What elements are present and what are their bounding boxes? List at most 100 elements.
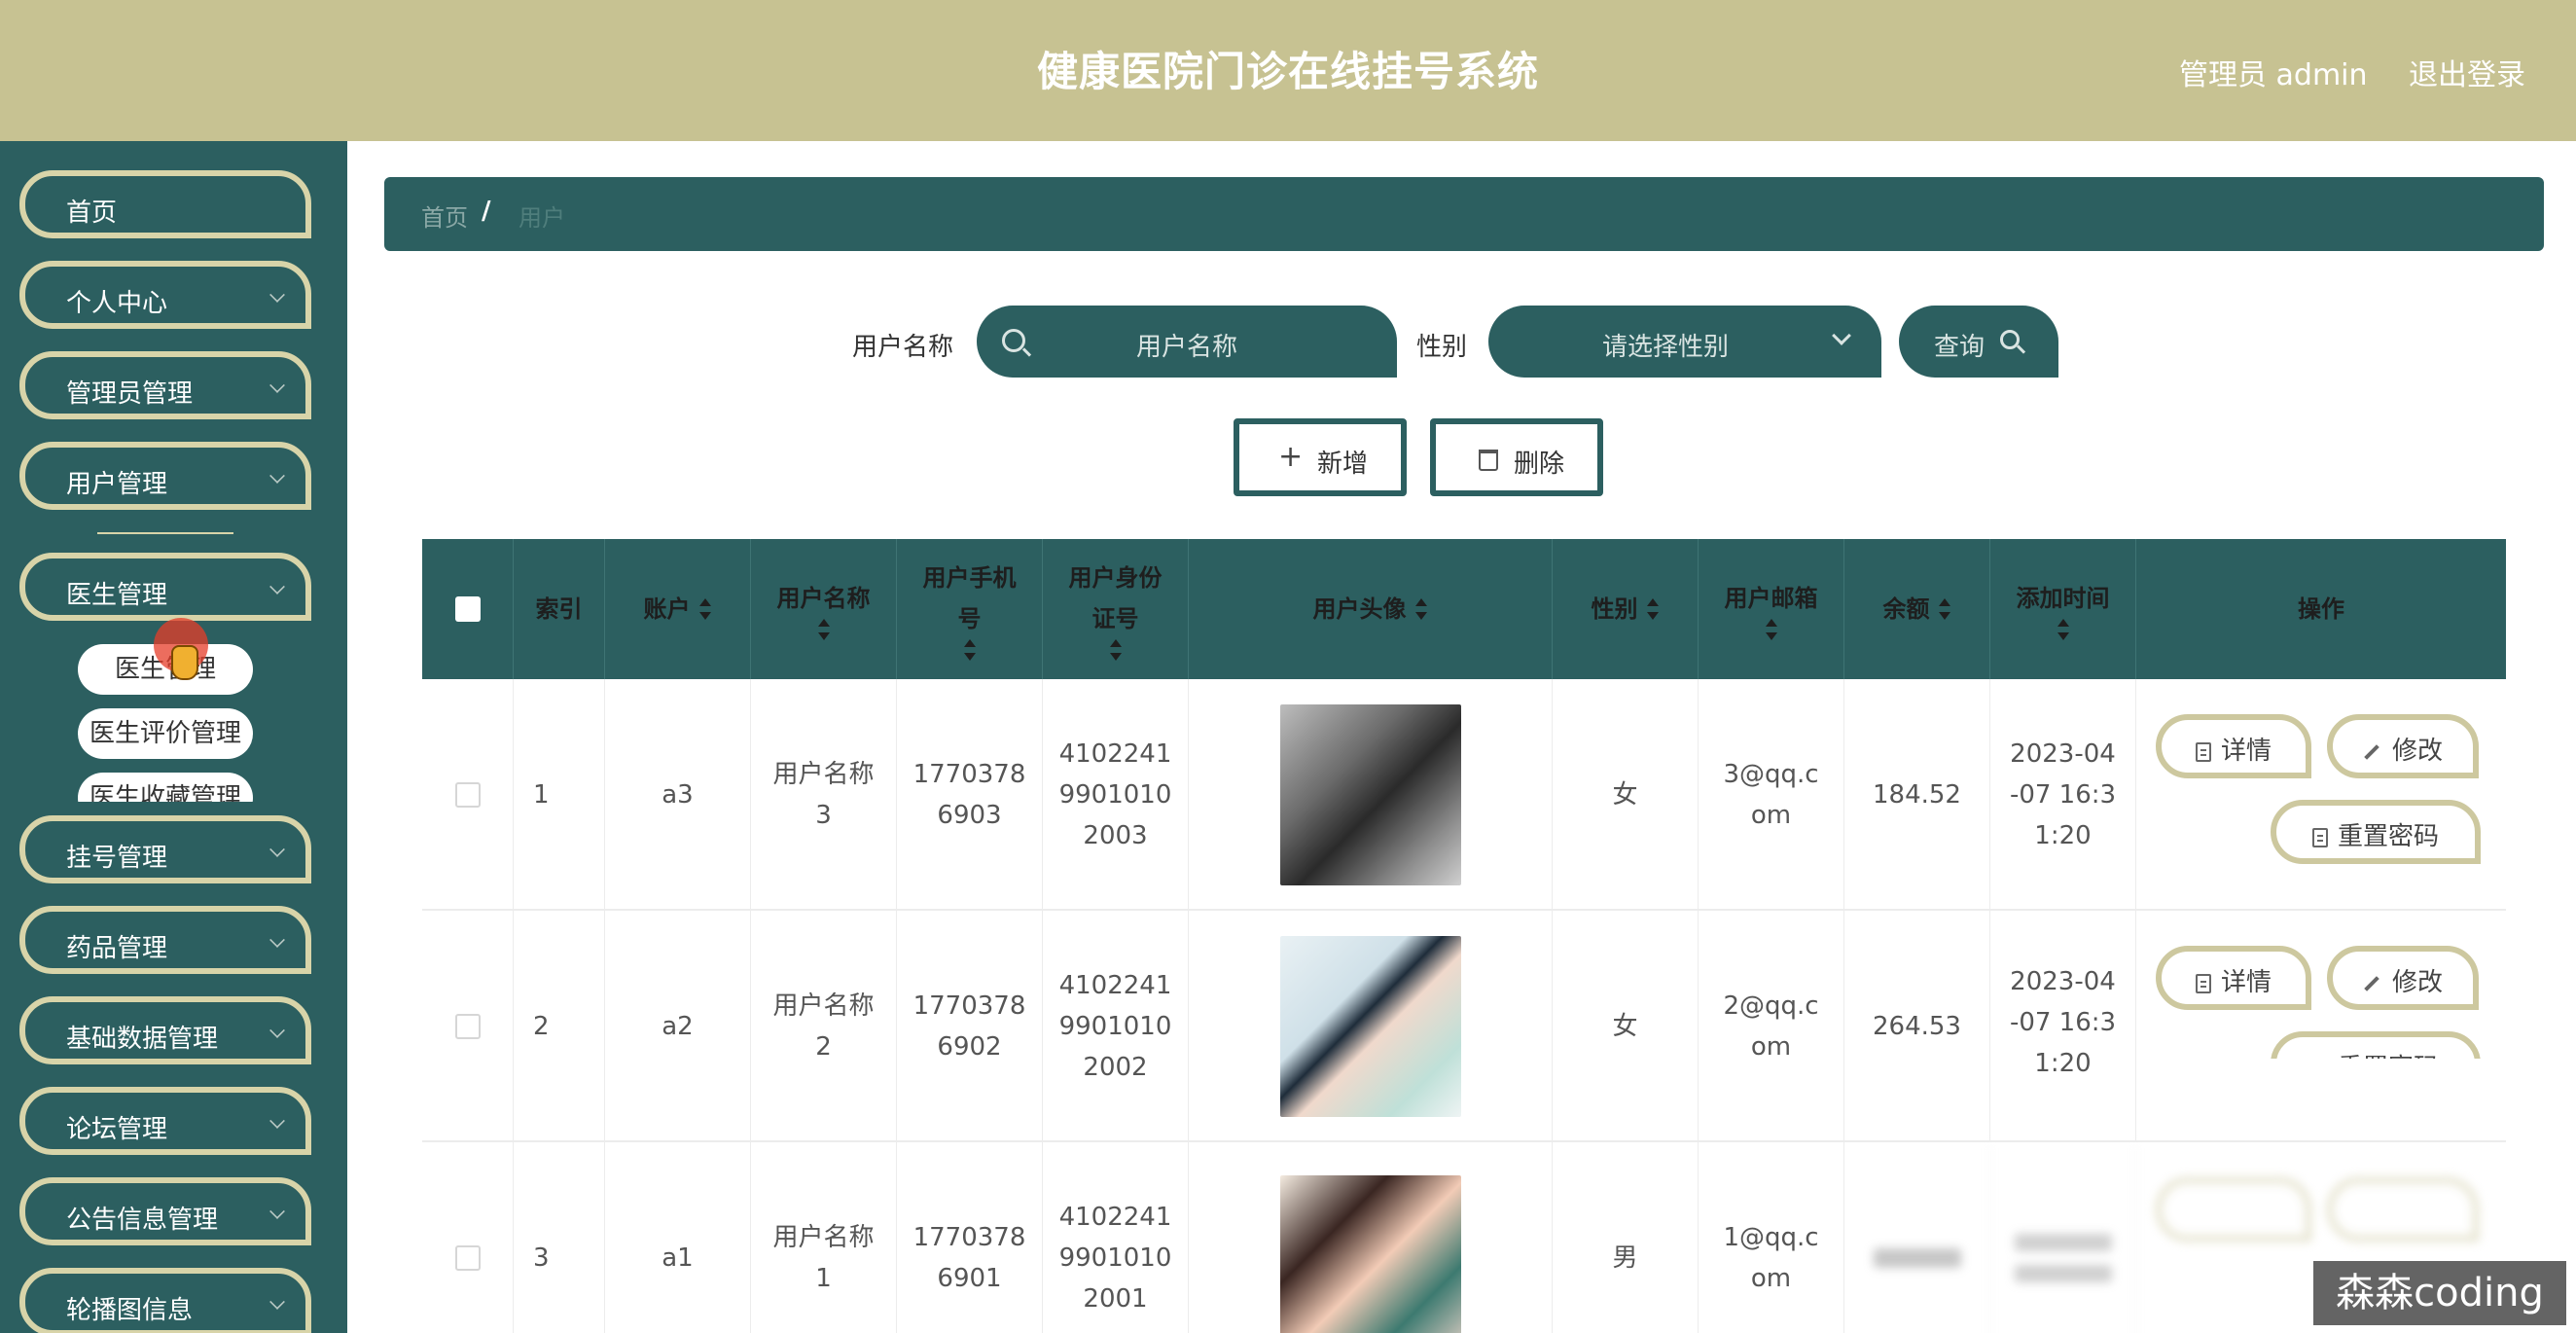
document-icon [2311,827,2328,847]
chevron-down-icon [269,579,285,594]
sidebar-item-registration-management[interactable]: 挂号管理 [19,815,311,883]
add-button[interactable]: + 新增 [1234,418,1407,496]
column-header-email[interactable]: 用户邮箱 [1699,539,1844,679]
table-row: 2 a2 用户名称2 17703786902 41022419901010200… [422,911,2506,1142]
cell-avatar [1189,1142,1553,1333]
cell-text: 用户名称2 [772,991,875,1062]
cell-avatar [1189,679,1553,911]
trash-icon [1479,450,1498,471]
sidebar-item-personal-center[interactable]: 个人中心 [19,261,311,329]
sort-icon[interactable] [1646,598,1660,620]
sort-icon[interactable] [1414,598,1428,620]
column-header-label: 操作 [2298,595,2344,623]
column-header-label: 性别 [1591,595,1638,623]
edit-button[interactable]: 修改 [2327,714,2479,778]
sidebar-item-label: 轮播图信息 [66,1296,194,1325]
sort-icon[interactable] [1938,598,1951,620]
sort-icon[interactable] [817,619,831,640]
avatar [1279,1175,1461,1333]
cell-added-time: 2023-04-07 16:31:20 [1990,679,2136,911]
sidebar-item-admin-management[interactable]: 管理员管理 [19,351,311,419]
column-header-phone[interactable]: 用户手机号 [897,539,1043,679]
delete-label: 删除 [1514,450,1565,479]
column-header-username[interactable]: 用户名称 [751,539,897,679]
sidebar-item-label: 医生管理 [66,581,168,610]
sort-icon[interactable] [963,639,977,661]
row-checkbox[interactable] [454,1014,481,1039]
table-row: 1 a3 用户名称3 17703786903 41022419901010200… [422,679,2506,911]
sidebar-item-base-data-management[interactable]: 基础数据管理 [19,996,311,1064]
query-button[interactable]: 查询 [1899,306,2058,378]
avatar [1279,704,1461,885]
sort-icon[interactable] [2057,619,2070,640]
cell-text: 2@qq.com [1723,991,1819,1062]
reset-password-label: 重置密码 [2337,822,2439,851]
breadcrumb-separator: / [482,197,491,226]
cell-text: 2023-04-07 16:31:20 [2009,739,2117,850]
watermark: 森森coding [2313,1261,2566,1325]
sidebar-item-label: 个人中心 [66,289,168,318]
column-header-added-time[interactable]: 添加时间 [1990,539,2136,679]
delete-button[interactable]: 删除 [1430,418,1603,496]
cell-index: 3 [514,1142,605,1333]
cell-text: 1@qq.com [1723,1223,1819,1293]
cell-gender: 男 [1553,1142,1699,1333]
sort-icon[interactable] [1765,619,1778,640]
logout-link[interactable]: 退出登录 [2409,51,2525,93]
column-header-avatar[interactable]: 用户头像 [1189,539,1553,679]
sidebar-item-notice-management[interactable]: 公告信息管理 [19,1177,311,1245]
sidebar-item-medicine-management[interactable]: 药品管理 [19,906,311,974]
submenu-item-doctor-review[interactable]: 医生评价管理 [78,708,253,759]
sidebar-item-carousel-info[interactable]: 轮播图信息 [19,1268,311,1333]
pencil-icon [2364,743,2379,760]
sidebar-item-user-management[interactable]: 用户管理 [19,442,311,510]
cell-id-card: 410224199010102001 [1043,1142,1189,1333]
chevron-down-icon [269,468,285,484]
select-all-checkbox[interactable] [454,596,481,622]
sidebar-item-label: 首页 [66,198,118,228]
edit-button[interactable] [2327,1177,2479,1242]
sidebar: 首页 个人中心 管理员管理 用户管理 医生管理 医生管理 医生评价管理 医生收藏… [0,141,347,1333]
row-checkbox[interactable] [454,1245,481,1271]
table-header: 索引 账户 用户名称 用户手机号 用户身份证号 用户头像 性别 用户邮箱 余额 … [422,539,2506,679]
plus-icon: + [1278,440,1304,474]
reset-password-button[interactable]: 重置密码 [2271,1031,2481,1059]
gender-select[interactable]: 请选择性别 [1488,306,1881,378]
detail-button[interactable]: 详情 [2156,946,2311,1010]
column-header-id-card[interactable]: 用户身份证号 [1043,539,1189,679]
row-checkbox[interactable] [454,782,481,808]
column-header-gender[interactable]: 性别 [1553,539,1699,679]
cell-index: 2 [514,911,605,1142]
column-header-label: 用户身份证号 [1068,564,1163,632]
sidebar-item-home[interactable]: 首页 [19,170,311,238]
sidebar-item-doctor-management[interactable]: 医生管理 [19,553,311,621]
chevron-down-icon [269,287,285,303]
sidebar-item-label: 挂号管理 [66,844,168,873]
cell-text: 用户名称3 [772,760,875,830]
column-header-balance[interactable]: 余额 [1844,539,1990,679]
column-header-label: 用户头像 [1312,595,1407,623]
detail-label: 详情 [2220,968,2272,997]
chevron-down-icon [269,1113,285,1129]
submenu-clip: 医生收藏管理 [78,773,253,802]
sort-icon[interactable] [1109,639,1123,661]
table-row: 3 a1 用户名称1 17703786901 41022419901010200… [422,1142,2506,1333]
sidebar-item-forum-management[interactable]: 论坛管理 [19,1087,311,1155]
sort-icon[interactable] [698,598,712,620]
cell-text: 17703786901 [912,1223,1026,1293]
username-search-input[interactable]: 用户名称 [977,306,1397,378]
submenu-item-doctor-favorites[interactable]: 医生收藏管理 [78,773,253,802]
reset-password-button[interactable]: 重置密码 [2271,800,2481,864]
sidebar-item-label: 管理员管理 [66,379,194,409]
column-header-account[interactable]: 账户 [605,539,751,679]
chevron-down-icon [269,842,285,857]
detail-button[interactable]: 详情 [2156,714,2311,778]
edit-button[interactable]: 修改 [2327,946,2479,1010]
breadcrumb: 首页 / 用户 [384,177,2544,251]
cell-email: 1@qq.com [1699,1142,1844,1333]
breadcrumb-home[interactable]: 首页 [421,198,468,233]
hand-cursor-icon [171,645,198,680]
sidebar-item-label: 用户管理 [66,470,168,499]
detail-button[interactable] [2156,1177,2311,1242]
cell-id-card: 410224199010102002 [1043,911,1189,1142]
